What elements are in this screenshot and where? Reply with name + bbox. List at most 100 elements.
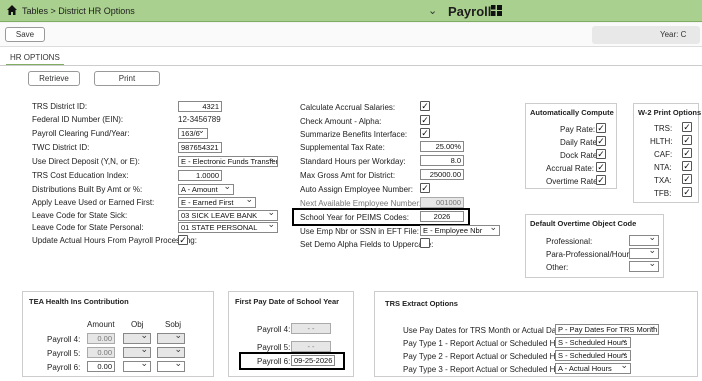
check-amount-checkbox[interactable]: ✓: [420, 115, 430, 125]
max-gross-input[interactable]: 25000.00: [420, 169, 464, 180]
w2-txa-checkbox[interactable]: ✓: [682, 174, 692, 184]
clearing-fund-label: Payroll Clearing Fund/Year:: [32, 129, 130, 138]
tea-payroll5-label: Payroll 5:: [47, 349, 81, 358]
top-bar: Tables > District HR Options ⌄ Payroll: [0, 0, 702, 22]
trs-cost-input[interactable]: 1.0000: [178, 170, 222, 181]
tab-divider: [0, 65, 702, 66]
trs-pay-dates-select[interactable]: P - Pay Dates For TRS Month: [555, 324, 659, 335]
leave-personal-select[interactable]: 01 STATE PERSONAL: [178, 222, 278, 233]
check-amount-label: Check Amount - Alpha:: [300, 117, 382, 126]
use-emp-nbr-select[interactable]: E - Employee Nbr: [420, 225, 500, 236]
w2-tfb-label: TFB:: [654, 189, 672, 198]
direct-deposit-select[interactable]: E - Electronic Funds Transfer: [178, 156, 278, 167]
w2-hlth-checkbox[interactable]: ✓: [682, 135, 692, 145]
summarize-checkbox[interactable]: ✓: [420, 128, 430, 138]
pay-payroll4-label: Payroll 4:: [257, 325, 291, 334]
tea-payroll4-label: Payroll 4:: [47, 335, 81, 344]
twc-id-input[interactable]: 987654321: [178, 142, 222, 153]
trs-cost-label: TRS Cost Education Index:: [32, 171, 129, 180]
para-select[interactable]: [629, 248, 659, 259]
tea-payroll6-sobj[interactable]: [157, 361, 185, 372]
twc-id-label: TWC District ID:: [32, 143, 90, 152]
grid-menu-icon[interactable]: [491, 5, 502, 16]
tea-payroll5-sobj: [157, 347, 185, 358]
tea-panel: TEA Health Ins Contribution Amount Obj S…: [22, 291, 214, 377]
tab-hr-options[interactable]: HR OPTIONS: [6, 51, 64, 66]
other-label: Other:: [546, 263, 569, 272]
overtime-title: Default Overtime Object Code: [530, 219, 637, 228]
pay-payroll6-label: Payroll 6:: [257, 357, 291, 366]
trs-pay-type1-label: Pay Type 1 - Report Actual or Scheduled …: [403, 339, 574, 348]
daily-rate-label: Daily Rate:: [560, 138, 600, 147]
w2-nta-checkbox[interactable]: ✓: [682, 161, 692, 171]
breadcrumb[interactable]: Tables > District HR Options: [22, 6, 135, 16]
w2-hlth-label: HLTH:: [650, 137, 673, 146]
pay-payroll6-date[interactable]: 09-25-2026: [291, 355, 335, 366]
distributions-select[interactable]: A - Amount: [178, 184, 234, 195]
w2-caf-label: CAF:: [654, 150, 673, 159]
update-actual-checkbox[interactable]: ✓: [178, 235, 188, 245]
set-demo-checkbox[interactable]: [420, 238, 430, 248]
tea-payroll6-amount[interactable]: 0.00: [87, 361, 115, 372]
main-content: HR OPTIONS Retrieve Print TRS District I…: [0, 47, 702, 381]
chevron-down-icon[interactable]: ⌄: [428, 4, 437, 17]
tea-payroll6-label: Payroll 6:: [47, 363, 81, 372]
year-indicator: Year: C: [592, 26, 700, 44]
std-hours-input[interactable]: 8.0: [420, 155, 464, 166]
w2-txa-label: TXA:: [654, 176, 672, 185]
w2-nta-label: NTA:: [654, 163, 672, 172]
professional-label: Professional:: [546, 237, 593, 246]
use-emp-nbr-label: Use Emp Nbr or SSN in EFT File:: [300, 227, 419, 236]
clearing-fund-select[interactable]: 163/6: [178, 128, 208, 139]
district-id-label: TRS District ID:: [32, 102, 88, 111]
w2-title: W-2 Print Options: [638, 108, 702, 117]
ein-value: 12-3456789: [178, 115, 221, 124]
trs-pay-type3-select[interactable]: A - Actual Hours: [555, 363, 631, 374]
trs-pay-type2-select[interactable]: S - Scheduled Hours: [555, 350, 631, 361]
retrieve-button[interactable]: Retrieve: [28, 71, 80, 86]
district-id-input[interactable]: 4321: [178, 101, 222, 112]
overtime-panel: Default Overtime Object Code Professiona…: [525, 214, 664, 278]
print-button[interactable]: Print: [94, 71, 160, 86]
para-label: Para-Professional/Hourly:: [546, 250, 638, 259]
first-pay-panel: First Pay Date of School Year Payroll 4:…: [228, 291, 354, 377]
dock-rate-checkbox[interactable]: ✓: [596, 149, 606, 159]
trs-extract-panel: TRS Extract Options Use Pay Dates for TR…: [374, 291, 698, 377]
tea-payroll4-sobj: [157, 333, 185, 344]
distributions-label: Distributions Built By Amt or %:: [32, 185, 143, 194]
trs-extract-title: TRS Extract Options: [385, 299, 458, 308]
tea-payroll5-obj: [123, 347, 151, 358]
pay-rate-checkbox[interactable]: ✓: [596, 123, 606, 133]
ein-label: Federal ID Number (EIN):: [32, 115, 124, 124]
tea-payroll4-amount: 0.00: [87, 333, 115, 344]
direct-deposit-label: Use Direct Deposit (Y,N, or E):: [32, 157, 140, 166]
auto-assign-checkbox[interactable]: ✓: [420, 183, 430, 193]
professional-select[interactable]: [629, 235, 659, 246]
save-button[interactable]: Save: [5, 27, 45, 42]
school-year-input[interactable]: 2026: [420, 211, 464, 222]
supp-tax-input[interactable]: 25.00%: [420, 141, 464, 152]
calc-accrual-checkbox[interactable]: ✓: [420, 101, 430, 111]
apply-leave-label: Apply Leave Used or Earned First:: [32, 198, 155, 207]
trs-pay-type1-select[interactable]: S - Scheduled Hours: [555, 337, 631, 348]
overtime-rate-checkbox[interactable]: ✓: [596, 175, 606, 185]
std-hours-label: Standard Hours per Workday:: [300, 157, 406, 166]
leave-sick-label: Leave Code for State Sick:: [32, 211, 128, 220]
w2-tfb-checkbox[interactable]: ✓: [682, 187, 692, 197]
amount-header: Amount: [87, 320, 115, 329]
w2-caf-checkbox[interactable]: ✓: [682, 148, 692, 158]
leave-sick-select[interactable]: 03 SICK LEAVE BANK: [178, 210, 278, 221]
dock-rate-label: Dock Rate:: [560, 151, 600, 160]
auto-compute-panel: Automatically Compute Pay Rate: ✓ Daily …: [525, 103, 617, 189]
daily-rate-checkbox[interactable]: ✓: [596, 136, 606, 146]
accrual-rate-checkbox[interactable]: ✓: [596, 162, 606, 172]
tea-payroll6-obj[interactable]: [123, 361, 151, 372]
other-select[interactable]: [629, 261, 659, 272]
apply-leave-select[interactable]: E - Earned First: [178, 197, 256, 208]
w2-trs-checkbox[interactable]: ✓: [682, 122, 692, 132]
toolbar: Save Year: C: [0, 23, 702, 47]
set-demo-label: Set Demo Alpha Fields to Uppercase:: [300, 240, 434, 249]
w2-trs-label: TRS:: [654, 124, 673, 133]
home-icon[interactable]: [6, 4, 18, 16]
module-title[interactable]: Payroll: [448, 4, 491, 19]
